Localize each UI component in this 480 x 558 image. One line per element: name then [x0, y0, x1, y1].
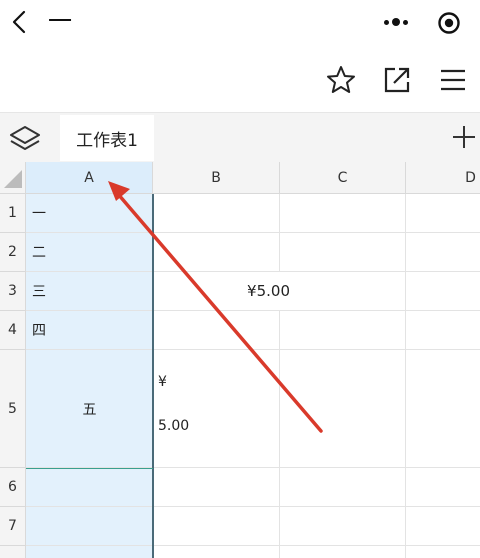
- page-title: 一: [48, 7, 72, 35]
- column-header-b[interactable]: B: [153, 162, 280, 194]
- cell-b5[interactable]: ¥ 5.00: [153, 350, 280, 468]
- spreadsheet-grid: A B C D 1 2 3 4 5 6 7 一 二 三 ¥5.00 四 五 ¥ …: [0, 162, 480, 558]
- cell-b7[interactable]: [153, 507, 280, 546]
- action-toolbar: [0, 46, 480, 112]
- target-icon: [438, 12, 460, 34]
- row-header-5[interactable]: 5: [0, 350, 26, 468]
- cell-b4[interactable]: [153, 311, 280, 350]
- layers-icon: [10, 126, 40, 150]
- cell-b3[interactable]: ¥5.00: [153, 272, 290, 311]
- row-header-3[interactable]: 3: [0, 272, 26, 311]
- cell-c6[interactable]: [280, 468, 406, 507]
- cell-c3[interactable]: [280, 272, 406, 311]
- chevron-left-icon: [12, 10, 26, 34]
- row-header-8[interactable]: [0, 546, 26, 558]
- star-icon: [327, 66, 355, 93]
- cell-d4[interactable]: [406, 311, 480, 350]
- back-button[interactable]: [6, 7, 34, 37]
- cell-a3[interactable]: 三: [26, 272, 153, 311]
- cell-b8[interactable]: [153, 546, 280, 558]
- cell-a7[interactable]: [26, 507, 153, 546]
- cell-c2[interactable]: [280, 233, 406, 272]
- favorite-button[interactable]: [325, 64, 357, 96]
- column-header-c[interactable]: C: [280, 162, 406, 194]
- hamburger-menu-icon: [441, 69, 465, 91]
- cell-c8[interactable]: [280, 546, 406, 558]
- more-button[interactable]: [378, 7, 414, 37]
- selection-row-divider: [26, 468, 153, 469]
- select-all-corner[interactable]: [0, 162, 26, 194]
- cell-d2[interactable]: [406, 233, 480, 272]
- column-header-d[interactable]: D: [406, 162, 480, 194]
- cell-c1[interactable]: [280, 194, 406, 233]
- share-button[interactable]: [381, 64, 413, 96]
- cell-a2[interactable]: 二: [26, 233, 153, 272]
- cell-d3[interactable]: [406, 272, 480, 311]
- plus-icon: [453, 126, 475, 148]
- cell-a1[interactable]: 一: [26, 194, 153, 233]
- cell-d7[interactable]: [406, 507, 480, 546]
- cell-d8[interactable]: [406, 546, 480, 558]
- row-header-4[interactable]: 4: [0, 311, 26, 350]
- sheet-tab-bar: 工作表1: [0, 112, 480, 164]
- cell-d1[interactable]: [406, 194, 480, 233]
- cell-d6[interactable]: [406, 468, 480, 507]
- cell-a5[interactable]: 五: [26, 350, 153, 468]
- cell-a4[interactable]: 四: [26, 311, 153, 350]
- cell-d5[interactable]: [406, 350, 480, 468]
- menu-button[interactable]: [437, 64, 469, 96]
- close-button[interactable]: [437, 11, 461, 35]
- cell-b6[interactable]: [153, 468, 280, 507]
- ellipsis-icon: [384, 19, 389, 25]
- row-header-2[interactable]: 2: [0, 233, 26, 272]
- cell-c4[interactable]: [280, 311, 406, 350]
- sheet-tab-active[interactable]: 工作表1: [60, 115, 154, 161]
- cell-a6[interactable]: [26, 468, 153, 507]
- row-header-6[interactable]: 6: [0, 468, 26, 507]
- row-header-7[interactable]: 7: [0, 507, 26, 546]
- sheet-list-button[interactable]: [8, 122, 42, 154]
- cell-c7[interactable]: [280, 507, 406, 546]
- cell-b2[interactable]: [153, 233, 280, 272]
- cell-b5-wrapped-text: ¥ 5.00: [158, 374, 190, 434]
- row-header-1[interactable]: 1: [0, 194, 26, 233]
- cell-c5[interactable]: [280, 350, 406, 468]
- column-selection-border: [152, 194, 154, 558]
- miniapp-capsule: [370, 7, 474, 37]
- column-header-a[interactable]: A: [26, 162, 153, 194]
- cell-b1[interactable]: [153, 194, 280, 233]
- share-external-icon: [384, 67, 410, 93]
- cell-a8[interactable]: [26, 546, 153, 558]
- add-sheet-button[interactable]: [450, 123, 478, 151]
- top-nav-bar: 一: [0, 0, 480, 46]
